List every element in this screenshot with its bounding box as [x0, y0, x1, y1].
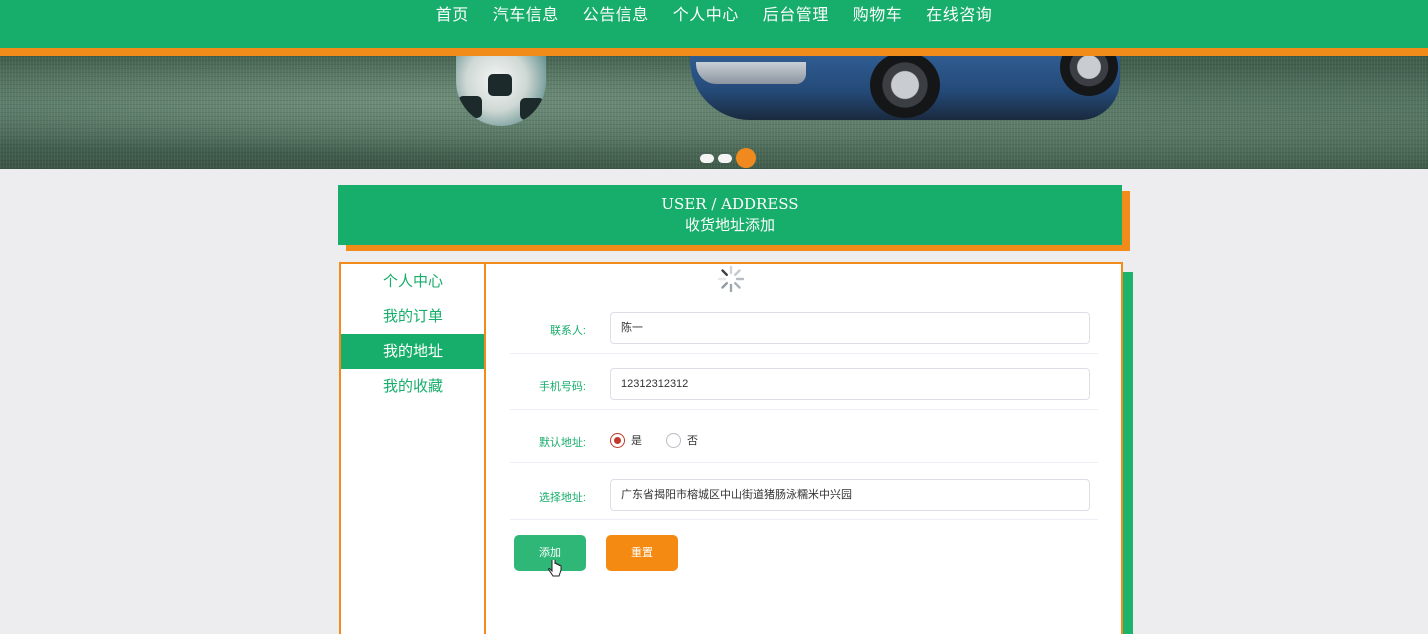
- section-title-en: USER / ADDRESS: [661, 195, 799, 213]
- reset-button[interactable]: 重置: [606, 535, 678, 571]
- nav-item-admin[interactable]: 后台管理: [751, 0, 841, 30]
- sidebar-item-favorites[interactable]: 我的收藏: [341, 369, 485, 404]
- phone-input[interactable]: 12312312312: [610, 368, 1090, 400]
- sidebar-item-orders[interactable]: 我的订单: [341, 299, 485, 334]
- nav-item-personal-center[interactable]: 个人中心: [661, 0, 751, 30]
- nav-item-cars[interactable]: 汽车信息: [481, 0, 571, 30]
- nav-item-cart[interactable]: 购物车: [841, 0, 915, 30]
- banner-carousel: [0, 56, 1428, 169]
- hand-cursor-icon: [548, 560, 562, 577]
- soccer-ball-image: [456, 56, 546, 126]
- phone-label: 手机号码:: [538, 381, 586, 393]
- sidebar-item-personal-center[interactable]: 个人中心: [341, 264, 485, 299]
- section-header: USER / ADDRESS 收货地址添加: [338, 185, 1122, 245]
- carousel-dot-1[interactable]: [700, 153, 714, 163]
- nav-item-notices[interactable]: 公告信息: [571, 0, 661, 30]
- address-label: 选择地址:: [538, 492, 586, 504]
- sidebar-item-address[interactable]: 我的地址: [341, 334, 485, 369]
- form-row-contact: 联系人: 陈一: [510, 304, 1098, 354]
- nav-menu: 首页 汽车信息 公告信息 个人中心 后台管理 购物车 在线咨询: [0, 0, 1428, 30]
- nav-item-home[interactable]: 首页: [424, 0, 481, 30]
- car-image: [690, 56, 1120, 120]
- address-form-panel: 联系人: 陈一 手机号码: 12312312312 默认地址: 是 否 选择地址…: [484, 262, 1123, 634]
- default-yes-radio[interactable]: [610, 432, 625, 448]
- default-yes-label[interactable]: 是: [631, 432, 642, 448]
- section-title-cn: 收货地址添加: [684, 216, 775, 234]
- carousel-dot-3[interactable]: [736, 148, 756, 168]
- sidebar: 个人中心 我的订单 我的地址 我的收藏: [339, 262, 485, 634]
- nav-item-consult[interactable]: 在线咨询: [914, 0, 1004, 30]
- default-address-radio-group: 是 否: [610, 432, 698, 448]
- contact-input[interactable]: 陈一: [610, 312, 1090, 344]
- carousel-dot-2[interactable]: [718, 153, 732, 163]
- default-no-label[interactable]: 否: [687, 432, 698, 448]
- carousel-indicators: [700, 148, 756, 168]
- default-address-label: 默认地址:: [538, 437, 586, 449]
- loading-spinner-icon: [717, 265, 745, 293]
- form-row-address: 选择地址: 广东省揭阳市榕城区中山街道猪肠泳糯米中兴园: [510, 463, 1098, 520]
- form-row-default: 默认地址: 是 否: [510, 410, 1098, 463]
- default-no-radio[interactable]: [666, 432, 681, 448]
- contact-label: 联系人:: [549, 325, 586, 337]
- nav-accent-bar: [0, 48, 1428, 56]
- top-nav: 首页 汽车信息 公告信息 个人中心 后台管理 购物车 在线咨询: [0, 0, 1428, 48]
- address-select[interactable]: 广东省揭阳市榕城区中山街道猪肠泳糯米中兴园: [610, 479, 1090, 511]
- form-row-phone: 手机号码: 12312312312: [510, 354, 1098, 410]
